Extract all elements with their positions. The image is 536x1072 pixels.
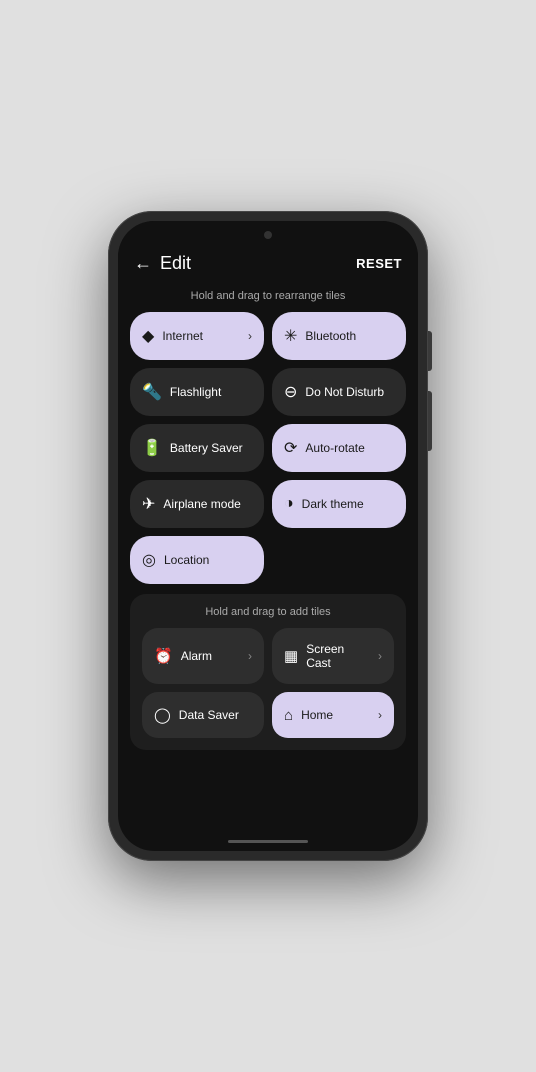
add-tile-home-label: Home bbox=[301, 708, 370, 722]
tile-location[interactable]: ◎ Location bbox=[130, 536, 264, 584]
tile-battery-label: Battery Saver bbox=[170, 441, 252, 455]
tile-bluetooth-label: Bluetooth bbox=[305, 329, 394, 343]
power-button[interactable] bbox=[428, 391, 432, 451]
home-arrow: › bbox=[378, 708, 382, 722]
home-bar bbox=[118, 831, 418, 851]
add-tile-screen-cast[interactable]: ▦ Screen Cast › bbox=[272, 628, 394, 684]
screen-cast-icon: ▦ bbox=[284, 647, 298, 665]
tile-internet-label: Internet bbox=[162, 329, 240, 343]
tile-dnd-label: Do Not Disturb bbox=[305, 385, 394, 399]
bluetooth-icon: ✳ bbox=[284, 326, 297, 346]
home-icon: ⌂ bbox=[284, 707, 293, 724]
scroll-area: Hold and drag to rearrange tiles ◆ Inter… bbox=[118, 284, 418, 831]
add-tile-data-saver[interactable]: ◯ Data Saver bbox=[142, 692, 264, 738]
tile-airplane[interactable]: ✈ Airplane mode bbox=[130, 480, 264, 528]
tile-dark-theme[interactable]: ◑ Dark theme bbox=[272, 480, 406, 528]
add-tile-data-saver-label: Data Saver bbox=[179, 708, 252, 722]
back-button[interactable]: ← bbox=[134, 253, 152, 274]
tile-dark-theme-label: Dark theme bbox=[302, 497, 394, 511]
header-left: ← Edit bbox=[134, 253, 191, 274]
wifi-icon: ◆ bbox=[142, 326, 154, 346]
add-tile-alarm[interactable]: ⏰ Alarm › bbox=[142, 628, 264, 684]
tile-internet-arrow: › bbox=[248, 329, 252, 343]
tile-internet[interactable]: ◆ Internet › bbox=[130, 312, 264, 360]
add-hint: Hold and drag to add tiles bbox=[142, 606, 394, 618]
header: ← Edit RESET bbox=[118, 249, 418, 284]
status-bar bbox=[118, 221, 418, 249]
tile-bluetooth[interactable]: ✳ Bluetooth bbox=[272, 312, 406, 360]
tile-auto-rotate[interactable]: ⟳ Auto-rotate bbox=[272, 424, 406, 472]
tile-airplane-label: Airplane mode bbox=[163, 497, 252, 511]
rotate-icon: ⟳ bbox=[284, 438, 297, 458]
airplane-icon: ✈ bbox=[142, 494, 155, 514]
home-bar-line bbox=[228, 840, 308, 843]
tile-location-label: Location bbox=[164, 553, 252, 567]
arrange-hint: Hold and drag to rearrange tiles bbox=[130, 284, 406, 312]
volume-button[interactable] bbox=[428, 331, 432, 371]
page-title: Edit bbox=[160, 253, 191, 274]
tile-rotate-label: Auto-rotate bbox=[305, 441, 394, 455]
alarm-icon: ⏰ bbox=[154, 647, 173, 665]
camera-dot bbox=[264, 231, 272, 239]
battery-icon: 🔋 bbox=[142, 438, 162, 458]
dnd-icon: ⊖ bbox=[284, 382, 297, 402]
tile-do-not-disturb[interactable]: ⊖ Do Not Disturb bbox=[272, 368, 406, 416]
location-icon: ◎ bbox=[142, 550, 156, 570]
reset-button[interactable]: RESET bbox=[356, 256, 402, 271]
add-grid: ⏰ Alarm › ▦ Screen Cast › ◯ Data Saver bbox=[142, 628, 394, 738]
add-tile-home[interactable]: ⌂ Home › bbox=[272, 692, 394, 738]
phone-frame: ← Edit RESET Hold and drag to rearrange … bbox=[108, 211, 428, 861]
screen-cast-arrow: › bbox=[378, 649, 382, 663]
flashlight-icon: 🔦 bbox=[142, 382, 162, 402]
tile-battery-saver[interactable]: 🔋 Battery Saver bbox=[130, 424, 264, 472]
tiles-grid: ◆ Internet › ✳ Bluetooth 🔦 Flashlight ⊖ bbox=[130, 312, 406, 584]
tile-flashlight[interactable]: 🔦 Flashlight bbox=[130, 368, 264, 416]
add-section: Hold and drag to add tiles ⏰ Alarm › ▦ S… bbox=[130, 594, 406, 750]
alarm-arrow: › bbox=[248, 649, 252, 663]
data-saver-icon: ◯ bbox=[154, 706, 171, 724]
add-tile-alarm-label: Alarm bbox=[181, 649, 240, 663]
phone-screen: ← Edit RESET Hold and drag to rearrange … bbox=[118, 221, 418, 851]
tile-flashlight-label: Flashlight bbox=[170, 385, 252, 399]
dark-theme-icon: ◑ bbox=[284, 495, 294, 513]
add-tile-screen-cast-label: Screen Cast bbox=[306, 642, 370, 670]
